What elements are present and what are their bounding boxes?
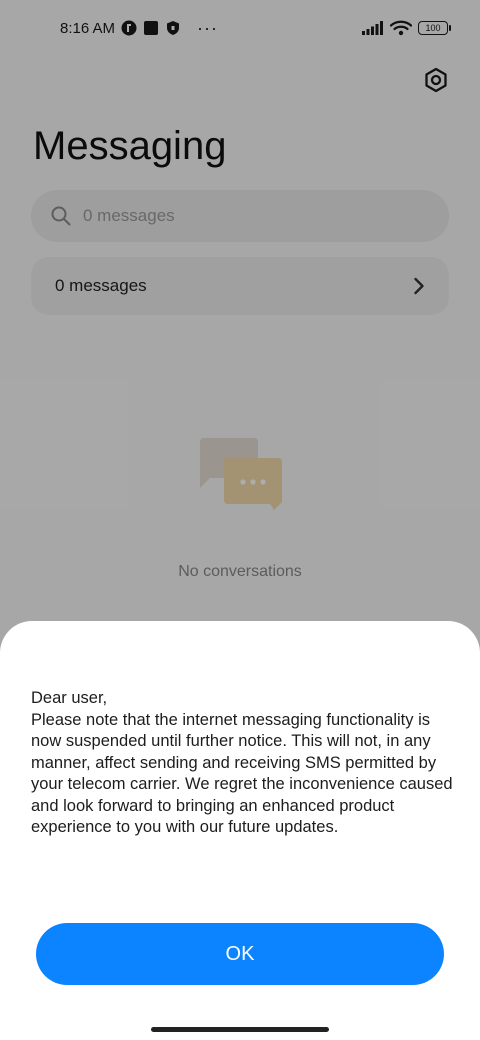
ok-button[interactable]: OK — [36, 923, 444, 985]
notice-dialog: Dear user, Please note that the internet… — [0, 621, 480, 1040]
notice-text: Dear user, Please note that the internet… — [31, 688, 461, 839]
notice-body: Please note that the internet messaging … — [31, 710, 453, 837]
home-indicator[interactable] — [151, 1027, 329, 1032]
notice-greeting: Dear user, — [31, 689, 108, 707]
